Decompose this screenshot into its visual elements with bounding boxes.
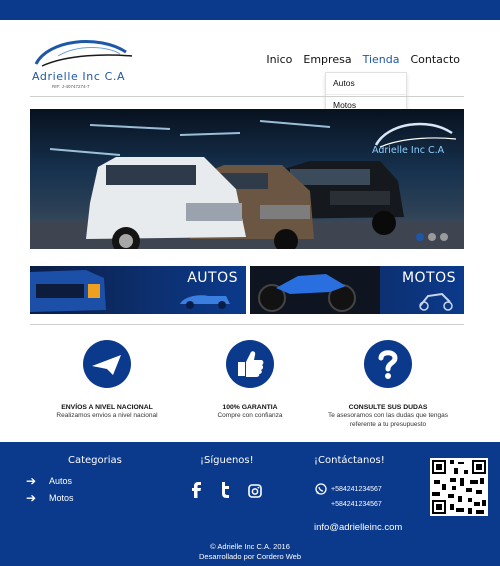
instagram-icon[interactable] [248,484,262,498]
twitter-icon[interactable] [219,482,231,498]
banner-autos-label: AUTOS [187,270,238,286]
banner-autos[interactable]: AUTOS [30,266,246,314]
feature-envios-desc: Realizamos envios a nivel nacional [56,412,158,419]
feature-garantia: 100% GARANTIA Compre con confianza [180,340,320,421]
arrow-right-icon: ➔ [26,474,37,488]
feature-garantia-title: 100% GARANTIA [222,404,278,411]
banner-motos[interactable]: MOTOS [250,266,464,314]
header-divider [30,96,464,97]
feature-envios: ENVÍOS A NIVEL NACIONAL Realizamos envio… [37,340,177,421]
site-footer: Categorias ➔ Autos ➔ Motos ¡Síguenos! ¡C… [0,442,500,566]
feature-dudas-desc: Te asesoramos con las dudas que tengas r… [328,412,448,428]
feature-dudas-title: CONSULTE SUS DUDAS [348,404,428,411]
content-divider [30,324,464,325]
brand-name: Adrielle Inc C.A [32,70,126,83]
nav-item-contacto[interactable]: Contacto [410,53,460,66]
nav-item-inicio[interactable]: Inico [266,53,292,66]
arrow-right-icon: ➔ [26,491,37,505]
footer-social-title: ¡Síguenos! [200,455,254,466]
hero-slider[interactable]: Adrielle Inc C.A [30,109,464,249]
qr-code-icon [430,458,488,516]
question-icon [364,340,412,388]
top-bar [0,0,500,20]
thumbs-up-icon [226,340,274,388]
nav-item-tienda[interactable]: Tienda [363,53,400,66]
footer-categories-title: Categorias [68,455,122,466]
brand-logo[interactable]: Adrielle Inc C.A RIF: J-40747274-7 [28,34,138,90]
footer-phone-1[interactable]: +584241234567 [331,486,382,493]
slider-dot-1[interactable] [416,233,424,241]
feature-garantia-desc: Compre con confianza [217,412,283,419]
logo-swoosh-icon [34,40,133,67]
footer-email[interactable]: info@adrielleinc.com [314,522,402,533]
nav-item-empresa[interactable]: Empresa [303,53,351,66]
footer-link-motos[interactable]: Motos [49,493,74,503]
dropdown-item-autos[interactable]: Autos [326,73,406,94]
banner-motos-label: MOTOS [401,270,456,286]
slider-dot-2[interactable] [428,233,436,241]
footer-copyright: © Adrielle Inc C.A. 2016 [210,542,290,551]
slider-dots [416,233,448,241]
facebook-icon[interactable] [190,482,202,498]
feature-dudas: CONSULTE SUS DUDAS Te asesoramos con las… [318,340,458,429]
slider-logo-swoosh-icon [374,122,457,148]
paper-plane-icon [83,340,131,388]
slider-watermark: Adrielle Inc C.A [372,145,445,156]
footer-contact-title: ¡Contáctanos! [314,455,385,466]
footer-credit[interactable]: Desarrollado por Cordero Web [0,552,500,562]
footer-phone-2[interactable]: +584241234567 [331,501,382,508]
whatsapp-icon [315,483,327,495]
brand-rif: RIF: J-40747274-7 [52,84,90,89]
feature-envios-title: ENVÍOS A NIVEL NACIONAL [61,404,153,411]
slider-dot-3[interactable] [440,233,448,241]
main-nav: Inico Empresa Tienda Contacto [266,53,460,66]
footer-link-autos[interactable]: Autos [49,476,72,486]
